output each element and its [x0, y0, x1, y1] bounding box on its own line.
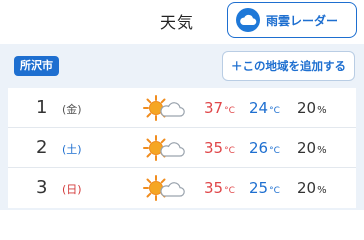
low-temp: 25°C — [249, 179, 280, 197]
high-temp: 35°C — [204, 139, 235, 157]
rain-radar-button[interactable]: 雨雲レーダー — [227, 2, 357, 38]
percent-unit: % — [317, 145, 327, 156]
day-number: 1 — [36, 97, 48, 118]
precip-chance: 20% — [297, 179, 327, 197]
percent-unit: % — [317, 185, 327, 196]
forecast-row: 3 (日) 35°C 25°C 20% — [8, 168, 356, 208]
temp-unit: °C — [224, 186, 235, 196]
day-number: 2 — [36, 137, 48, 158]
city-badge: 所沢市 — [14, 56, 59, 76]
temp-unit: °C — [269, 106, 280, 116]
weekday: (土) — [62, 143, 82, 156]
precip-chance: 20% — [297, 99, 327, 117]
percent-unit: % — [317, 105, 327, 116]
add-area-button[interactable]: ＋この地域を追加する — [222, 51, 355, 81]
forecast-row: 1 (金) 37°C 24°C 20% — [8, 88, 356, 128]
temp-unit: °C — [269, 146, 280, 156]
header: 天気 雨雲レーダー — [0, 0, 364, 44]
temp-unit: °C — [224, 106, 235, 116]
high-temp: 37°C — [204, 99, 235, 117]
forecast-panel: 所沢市 ＋この地域を追加する 1 (金) 37°C 24°C 20% 2 (土)… — [0, 44, 364, 210]
weekday: (金) — [62, 103, 82, 116]
cloud-icon — [236, 8, 260, 32]
low-temp: 24°C — [249, 99, 280, 117]
sun-cloud-icon — [142, 93, 186, 123]
temp-unit: °C — [269, 186, 280, 196]
low-temp: 26°C — [249, 139, 280, 157]
high-temp: 35°C — [204, 179, 235, 197]
page-title: 天気 — [160, 13, 195, 32]
weekday: (日) — [62, 183, 82, 196]
sun-cloud-icon — [142, 173, 186, 203]
temp-unit: °C — [224, 146, 235, 156]
rain-radar-label: 雨雲レーダー — [266, 13, 339, 28]
sun-cloud-icon — [142, 133, 186, 163]
precip-chance: 20% — [297, 139, 327, 157]
forecast-list: 1 (金) 37°C 24°C 20% 2 (土) 35°C 26°C 20% … — [8, 88, 356, 208]
day-number: 3 — [36, 177, 48, 198]
forecast-row: 2 (土) 35°C 26°C 20% — [8, 128, 356, 168]
